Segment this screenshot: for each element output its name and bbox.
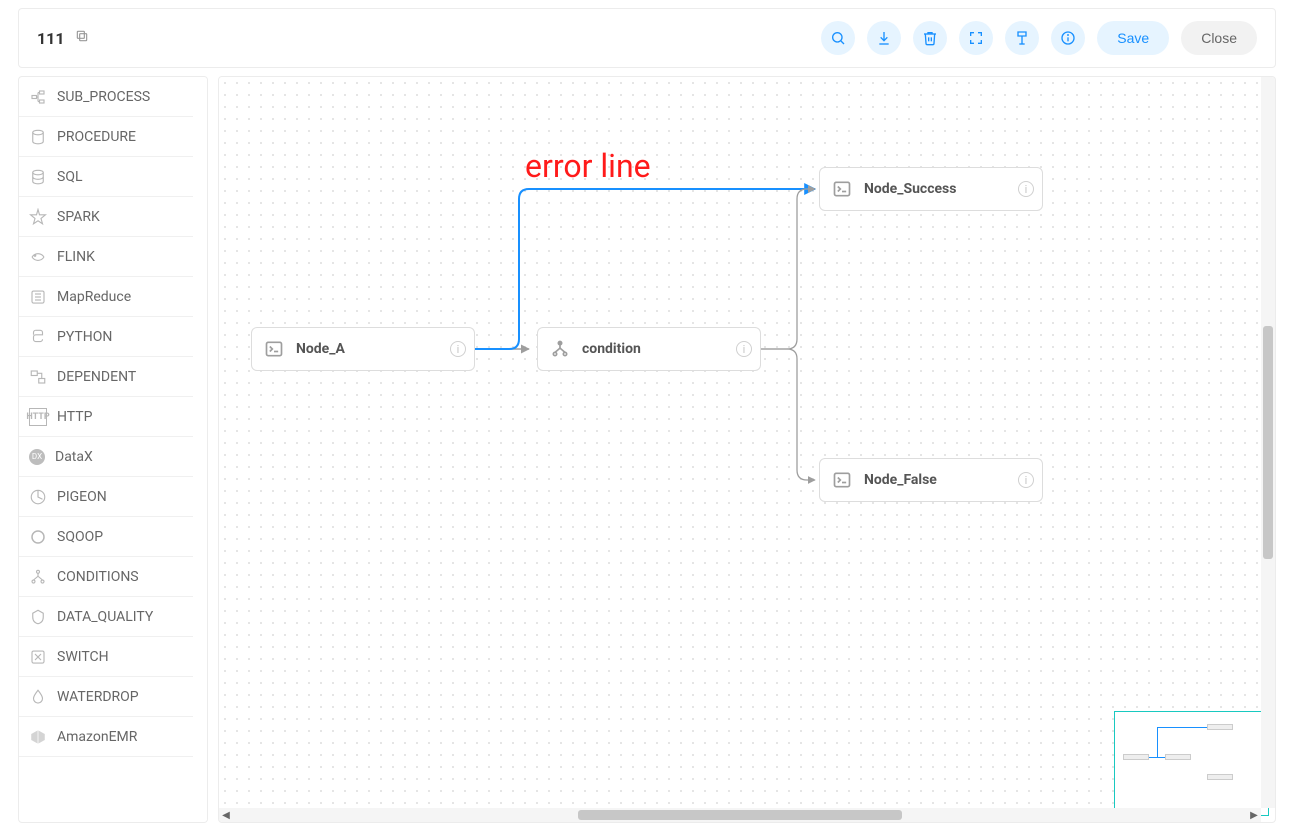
topbar-left: 111 [37,29,89,48]
palette-item-amazonemr[interactable]: AmazonEMR [19,717,193,757]
node-condition[interactable]: condition i [537,327,761,371]
info-icon [1060,30,1076,46]
workspace: SUB_PROCESS PROCEDURE SQL SPARK FLINK MapRedu… [18,76,1276,823]
palette-item-sql[interactable]: SQL [19,157,193,197]
node-label: condition [582,341,641,357]
palette-item-data_quality[interactable]: DATA_QUALITY [19,597,193,637]
node-info-icon[interactable]: i [1018,472,1034,488]
canvas-v-scrollbar[interactable] [1261,77,1275,808]
palette-item-label: PYTHON [57,329,112,345]
palette-item-label: PROCEDURE [57,129,136,145]
format-icon [1014,30,1030,46]
scroll-left-icon[interactable]: ◀ [219,810,233,821]
scroll-right-icon[interactable]: ▶ [1247,810,1261,821]
edge-cond-to-success[interactable] [761,189,815,349]
shell-icon [832,179,852,199]
node-success[interactable]: Node_Success i [819,167,1043,211]
palette-item-label: AmazonEMR [57,729,137,745]
format-button[interactable] [1005,21,1039,55]
canvas-container: error line Node_A i condition i Node_Suc… [218,76,1276,823]
scroll-up-icon[interactable]: ▲ [193,77,205,88]
save-button[interactable]: Save [1097,21,1169,55]
palette-item-waterdrop[interactable]: WATERDROP [19,677,193,717]
palette-item-label: DEPENDENT [57,369,136,385]
edge-cond-to-false[interactable] [761,349,815,480]
trash-icon [922,30,938,46]
palette-scrollbar[interactable]: ▲ ▼ [193,77,205,822]
palette-item-label: DataX [55,449,93,465]
palette-item-mapreduce[interactable]: MapReduce [19,277,193,317]
topbar: 111 Save Close [18,8,1276,68]
node-info-icon[interactable]: i [450,341,466,357]
minimap[interactable] [1114,711,1269,816]
edge-error-line[interactable] [475,189,815,349]
task-palette: SUB_PROCESS PROCEDURE SQL SPARK FLINK MapRedu… [18,76,208,823]
palette-item-label: FLINK [57,249,95,265]
palette-item-label: SQL [57,169,82,185]
copy-icon[interactable] [75,29,89,47]
canvas-h-scrollbar[interactable]: ◀ ▶ [219,808,1261,822]
error-annotation: error line [525,147,651,185]
download-icon [876,30,892,46]
edges-layer [219,77,1261,808]
info-button[interactable] [1051,21,1085,55]
palette-item-label: DATA_QUALITY [57,609,153,625]
palette-item-sub_process[interactable]: SUB_PROCESS [19,77,193,117]
v-scroll-thumb[interactable] [1263,326,1273,560]
palette-item-conditions[interactable]: CONDITIONS [19,557,193,597]
node-info-icon[interactable]: i [736,341,752,357]
shell-icon [264,339,284,359]
palette-scroll-thumb[interactable] [194,92,204,172]
node-a[interactable]: Node_A i [251,327,475,371]
palette-item-pigeon[interactable]: PIGEON [19,477,193,517]
palette-item-procedure[interactable]: PROCEDURE [19,117,193,157]
palette-item-label: HTTP [57,409,92,425]
fullscreen-icon [968,30,984,46]
search-button[interactable] [821,21,855,55]
node-label: Node_A [296,341,345,357]
scroll-down-icon[interactable]: ▼ [193,811,205,822]
palette-item-label: SUB_PROCESS [57,89,150,105]
shell-icon [832,470,852,490]
search-icon [830,30,846,46]
workflow-title: 111 [37,29,65,48]
h-scroll-thumb[interactable] [578,810,902,820]
conditions-icon [550,339,570,359]
palette-item-datax[interactable]: DXDataX [19,437,193,477]
node-label: Node_False [864,472,937,488]
palette-item-label: PIGEON [57,489,107,505]
palette-item-switch[interactable]: SWITCH [19,637,193,677]
download-button[interactable] [867,21,901,55]
palette-item-http[interactable]: HTTPHTTP [19,397,193,437]
topbar-right: Save Close [821,21,1257,55]
node-label: Node_Success [864,181,956,197]
node-false[interactable]: Node_False i [819,458,1043,502]
palette-item-dependent[interactable]: DEPENDENT [19,357,193,397]
node-info-icon[interactable]: i [1018,181,1034,197]
palette-item-label: SQOOP [57,529,103,545]
close-button[interactable]: Close [1181,21,1257,55]
delete-button[interactable] [913,21,947,55]
palette-item-spark[interactable]: SPARK [19,197,193,237]
palette-item-label: SPARK [57,209,100,225]
palette-item-flink[interactable]: FLINK [19,237,193,277]
palette-item-sqoop[interactable]: SQOOP [19,517,193,557]
workflow-canvas[interactable]: error line Node_A i condition i Node_Suc… [219,77,1261,808]
fullscreen-button[interactable] [959,21,993,55]
palette-item-label: WATERDROP [57,689,139,705]
palette-item-label: CONDITIONS [57,569,139,585]
palette-item-label: MapReduce [57,289,131,305]
palette-item-label: SWITCH [57,649,109,665]
palette-item-python[interactable]: PYTHON [19,317,193,357]
